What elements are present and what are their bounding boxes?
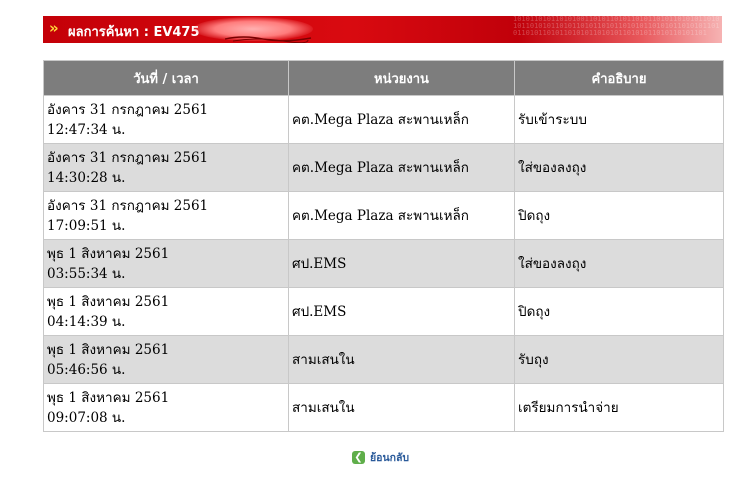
date-text: พุธ 1 สิงหาคม 2561 (47, 293, 170, 310)
date-text: พุธ 1 สิงหาคม 2561 (47, 389, 170, 406)
unit-cell: คต.Mega Plaza สะพานเหล็ก (288, 191, 515, 240)
time-text: 04:14:39 น. (47, 313, 126, 330)
column-header-datetime: วันที่ / เวลา (43, 60, 289, 96)
datetime-cell: อังคาร 31 กรกฎาคม 2561 17:09:51 น. (43, 191, 289, 240)
date-text: พุธ 1 สิงหาคม 2561 (47, 341, 170, 358)
description-cell: ใส่ของลงถุง (514, 239, 724, 288)
time-text: 17:09:51 น. (47, 217, 126, 234)
unit-cell: คต.Mega Plaza สะพานเหล็ก (288, 95, 515, 144)
date-text: พุธ 1 สิงหาคม 2561 (47, 245, 170, 262)
table-row: พุธ 1 สิงหาคม 2561 03:55:34 น. ศป.EMS ใส่ขอ… (43, 239, 724, 288)
date-text: อังคาร 31 กรกฎาคม 2561 (47, 149, 209, 166)
datetime-cell: พุธ 1 สิงหาคม 2561 05:46:56 น. (43, 335, 289, 384)
description-cell: ปิดถุง (514, 287, 724, 336)
time-text: 05:46:56 น. (47, 361, 126, 378)
banner-binary-pattern: 1010110101101010011010110101101011010110… (513, 16, 720, 37)
table-row: พุธ 1 สิงหาคม 2561 04:14:39 น. ศป.EMS ปิดถุ… (43, 287, 724, 336)
table-row: อังคาร 31 กรกฎาคม 2561 12:47:34 น. คต.Mega… (43, 95, 724, 144)
datetime-cell: อังคาร 31 กรกฎาคม 2561 12:47:34 น. (43, 95, 289, 144)
column-header-description: คำอธิบาย (514, 60, 724, 96)
datetime-cell: อังคาร 31 กรกฎาคม 2561 14:30:28 น. (43, 143, 289, 192)
description-cell: ปิดถุง (514, 191, 724, 240)
time-text: 14:30:28 น. (47, 169, 126, 186)
search-result-title: ผลการค้นหา : EV475 (68, 25, 200, 40)
back-button[interactable]: ❮ ย้อนกลับ (352, 449, 409, 465)
redaction-scribble (224, 36, 312, 43)
column-header-unit: หน่วยงาน (288, 60, 515, 96)
double-chevron-icon: » (49, 19, 59, 37)
table-header-row: วันที่ / เวลา หน่วยงาน คำอธิบาย (43, 60, 724, 96)
datetime-cell: พุธ 1 สิงหาคม 2561 04:14:39 น. (43, 287, 289, 336)
time-text: 09:07:08 น. (47, 409, 126, 426)
tracking-table: วันที่ / เวลา หน่วยงาน คำอธิบาย อังคาร 3… (43, 60, 724, 432)
unit-cell: สามเสนใน (288, 383, 515, 432)
back-button-label: ย้อนกลับ (370, 451, 410, 464)
description-cell: รับถุง (514, 335, 724, 384)
datetime-cell: พุธ 1 สิงหาคม 2561 03:55:34 น. (43, 239, 289, 288)
date-text: อังคาร 31 กรกฎาคม 2561 (47, 197, 209, 214)
description-cell: เตรียมการนำจ่าย (514, 383, 724, 432)
search-result-banner: 1010110101101010011010110101101011010110… (43, 16, 722, 43)
table-row: อังคาร 31 กรกฎาคม 2561 17:09:51 น. คต.Mega… (43, 191, 724, 240)
unit-cell: ศป.EMS (288, 239, 515, 288)
time-text: 03:55:34 น. (47, 265, 126, 282)
table-row: อังคาร 31 กรกฎาคม 2561 14:30:28 น. คต.Mega… (43, 143, 724, 192)
time-text: 12:47:34 น. (47, 121, 126, 138)
unit-cell: ศป.EMS (288, 287, 515, 336)
table-row: พุธ 1 สิงหาคม 2561 09:07:08 น. สามเสนใน เตร… (43, 383, 724, 432)
datetime-cell: พุธ 1 สิงหาคม 2561 09:07:08 น. (43, 383, 289, 432)
date-text: อังคาร 31 กรกฎาคม 2561 (47, 101, 209, 118)
unit-cell: สามเสนใน (288, 335, 515, 384)
table-row: พุธ 1 สิงหาคม 2561 05:46:56 น. สามเสนใน รับ… (43, 335, 724, 384)
description-cell: รับเข้าระบบ (514, 95, 724, 144)
back-arrow-icon: ❮ (352, 450, 365, 464)
description-cell: ใส่ของลงถุง (514, 143, 724, 192)
unit-cell: คต.Mega Plaza สะพานเหล็ก (288, 143, 515, 192)
